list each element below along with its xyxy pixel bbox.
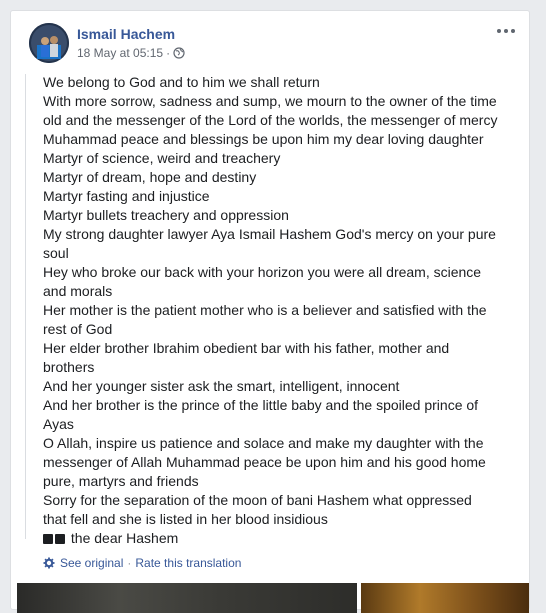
post-line: We belong to God and to him we shall ret… [43, 74, 320, 90]
translation-separator: · [127, 556, 132, 570]
post-line: pure, martyrs and friends [43, 473, 199, 489]
photo-strip [11, 583, 531, 613]
post-line: Hey who broke our back with your horizon… [43, 264, 482, 280]
post-line: And her brother is the prince of the lit… [43, 397, 479, 413]
meta-separator: · [166, 46, 171, 60]
gear-icon[interactable] [43, 557, 55, 572]
post-line: Ayas [43, 416, 74, 432]
post-header: Ismail Hachem 18 May at 05:15 · [29, 23, 519, 67]
post-card: Ismail Hachem 18 May at 05:15 · We belong… [10, 10, 531, 613]
post-line: Martyr bullets treachery and oppression [43, 207, 289, 223]
globe-icon[interactable] [173, 47, 185, 62]
see-original-link[interactable]: See original [60, 556, 123, 570]
post-line: My strong daughter lawyer Aya Ismail Has… [43, 226, 496, 242]
attached-photo[interactable] [361, 583, 529, 613]
post-line: Martyr of science, weird and treachery [43, 150, 281, 166]
post-body: We belong to God and to him we shall ret… [43, 73, 525, 548]
author-name[interactable]: Ismail Hachem [77, 26, 175, 42]
post-line: Her mother is the patient mother who is … [43, 302, 487, 318]
post-line: that fell and she is listed in her blood… [43, 511, 328, 527]
post-line: Her elder brother Ibrahim obedient bar w… [43, 340, 450, 356]
attached-photo[interactable] [17, 583, 357, 613]
translation-bar: See original · Rate this translation [43, 556, 241, 572]
rate-translation-link[interactable]: Rate this translation [135, 556, 241, 570]
post-line: brothers [43, 359, 95, 375]
more-options-icon[interactable] [495, 23, 519, 39]
post-line: old and the messenger of the Lord of the… [43, 112, 498, 128]
post-line-text: the dear Hashem [70, 530, 179, 546]
avatar-image [29, 23, 69, 63]
post-line: Sorry for the separation of the moon of … [43, 492, 472, 508]
post-line: rest of God [43, 321, 113, 337]
post-line: Martyr fasting and injustice [43, 188, 210, 204]
post-line: messenger of Allah Muhammad peace be upo… [43, 454, 486, 470]
post-line: And her younger sister ask the smart, in… [43, 378, 400, 394]
post-line: soul [43, 245, 69, 261]
post-line: O Allah, inspire us patience and solace … [43, 435, 484, 451]
post-meta: 18 May at 05:15 · [77, 46, 185, 62]
avatar[interactable] [29, 23, 69, 63]
quote-bar [25, 74, 26, 539]
post-line: Martyr of dream, hope and destiny [43, 169, 257, 185]
post-last-line: the dear Hashem [43, 529, 525, 548]
black-square-icon [43, 534, 53, 544]
post-line: and morals [43, 283, 113, 299]
black-square-icon [55, 534, 65, 544]
post-line: With more sorrow, sadness and sump, we m… [43, 93, 497, 109]
post-line: Muhammad peace and blessings be upon him… [43, 131, 484, 147]
post-timestamp[interactable]: 18 May at 05:15 [77, 46, 163, 60]
